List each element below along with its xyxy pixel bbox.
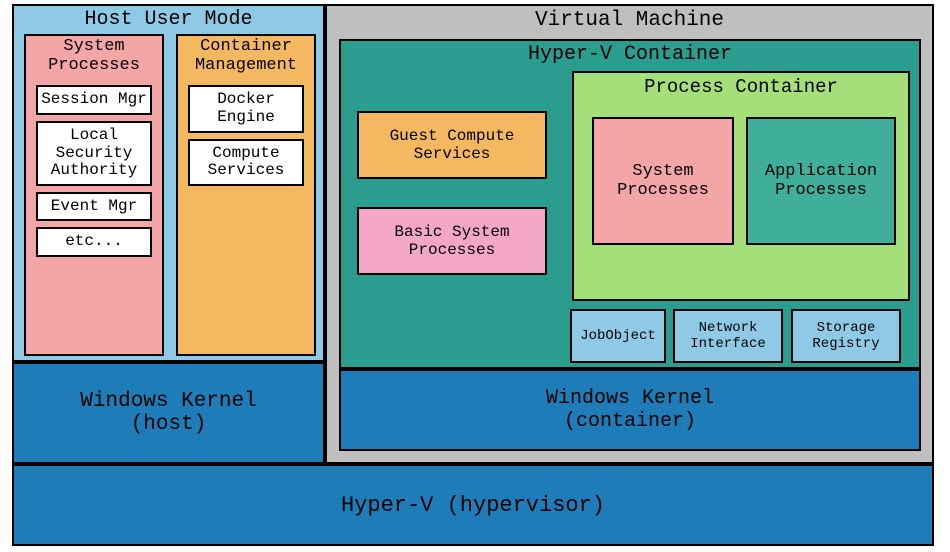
windows-kernel-host-label: Windows Kernel(host): [80, 390, 256, 436]
hypervisor-layer: Hyper-V (hypervisor): [12, 464, 934, 546]
system-processes-inner-label: System Processes: [598, 162, 728, 200]
network-interface: Network Interface: [673, 309, 783, 363]
system-process-item: Local Security Authority: [36, 121, 152, 186]
windows-kernel-container-label: Windows Kernel(container): [546, 387, 714, 433]
system-processes-title: SystemProcesses: [26, 36, 162, 79]
process-container-title: Process Container: [574, 73, 908, 98]
container-management-panel: ContainerManagement Docker Engine Comput…: [176, 34, 316, 356]
system-process-item: Session Mgr: [36, 85, 152, 115]
container-management-title: ContainerManagement: [178, 36, 314, 79]
hypervisor-label: Hyper-V (hypervisor): [341, 493, 605, 518]
guest-compute-services: Guest Compute Services: [357, 111, 547, 179]
system-process-item: etc...: [36, 227, 152, 257]
application-processes-inner: Application Processes: [746, 117, 896, 245]
application-processes-inner-label: Application Processes: [752, 162, 890, 200]
process-container: Process Container System Processes Appli…: [572, 71, 910, 301]
network-interface-label: Network Interface: [677, 320, 779, 352]
system-processes-panel: SystemProcesses Session Mgr Local Securi…: [24, 34, 164, 356]
system-process-item: Event Mgr: [36, 192, 152, 222]
host-user-mode-title: Host User Mode: [14, 6, 323, 31]
hyperv-left-column: Guest Compute Services Basic System Proc…: [357, 111, 547, 275]
windows-kernel-host: Windows Kernel(host): [12, 362, 325, 464]
job-object: JobObject: [570, 309, 666, 363]
container-management-item: Docker Engine: [188, 85, 304, 132]
container-management-item: Compute Services: [188, 139, 304, 186]
windows-kernel-container: Windows Kernel(container): [339, 369, 921, 451]
host-user-mode: Host User Mode SystemProcesses Session M…: [12, 4, 325, 362]
storage-registry: Storage Registry: [791, 309, 901, 363]
virtual-machine-title: Virtual Machine: [327, 6, 932, 32]
system-processes-inner: System Processes: [592, 117, 734, 245]
job-object-label: JobObject: [580, 328, 656, 344]
basic-system-processes: Basic System Processes: [357, 207, 547, 275]
hyperv-container: Hyper-V Container Guest Compute Services…: [339, 39, 921, 369]
hyperv-container-title: Hyper-V Container: [341, 41, 919, 66]
virtual-machine: Virtual Machine Hyper-V Container Guest …: [325, 4, 934, 464]
storage-registry-label: Storage Registry: [795, 320, 897, 352]
